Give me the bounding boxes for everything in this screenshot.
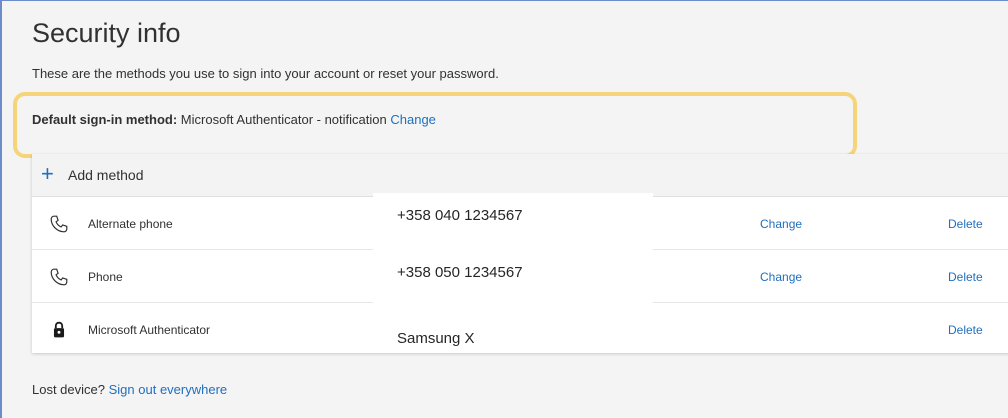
redaction-overlay: +358 040 1234567 +358 050 1234567 Samsun… [373, 193, 653, 353]
phone-icon [50, 268, 68, 286]
page-subtitle: These are the methods you use to sign in… [32, 66, 499, 81]
method-name: Alternate phone [88, 217, 173, 231]
delete-button[interactable]: Delete [948, 217, 983, 231]
alternate-phone-number: +358 040 1234567 [397, 207, 523, 224]
change-button[interactable]: Change [760, 217, 802, 231]
device-name: Samsung X [397, 330, 475, 347]
method-name: Microsoft Authenticator [88, 323, 211, 337]
sign-out-everywhere-link[interactable]: Sign out everywhere [109, 382, 228, 397]
plus-icon: + [41, 161, 54, 186]
default-method-change-link[interactable]: Change [390, 112, 436, 127]
delete-button[interactable]: Delete [948, 270, 983, 284]
phone-number: +358 050 1234567 [397, 264, 523, 281]
lock-icon [53, 321, 65, 338]
lost-device-line: Lost device? Sign out everywhere [32, 382, 227, 397]
default-method-label: Default sign-in method: [32, 112, 178, 127]
add-method-button[interactable]: + Add method [32, 154, 1008, 197]
add-method-label: Add method [68, 167, 144, 183]
method-name: Phone [88, 270, 123, 284]
page-title: Security info [32, 18, 181, 48]
default-method-value: Microsoft Authenticator - notification [180, 112, 387, 127]
phone-icon [50, 215, 68, 233]
delete-button[interactable]: Delete [948, 323, 983, 337]
default-method-line: Default sign-in method: Microsoft Authen… [32, 112, 436, 127]
lost-device-label: Lost device? [32, 382, 105, 397]
change-button[interactable]: Change [760, 270, 802, 284]
